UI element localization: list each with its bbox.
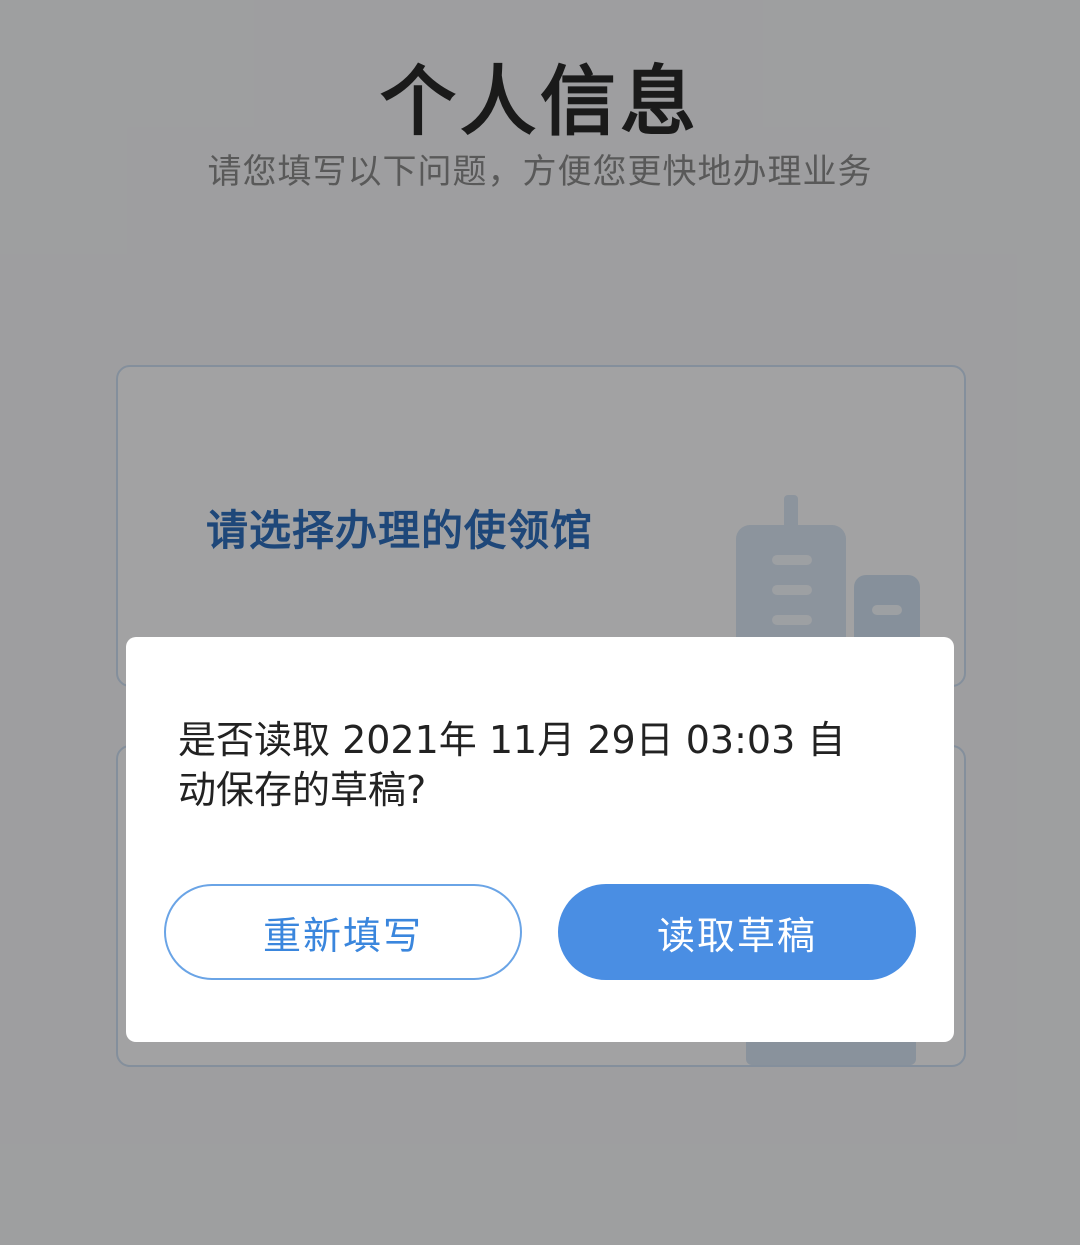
draft-restore-dialog: 是否读取 2021年 11月 29日 03:03 自动保存的草稿? 重新填写 读… bbox=[126, 637, 954, 1042]
read-draft-button[interactable]: 读取草稿 bbox=[558, 884, 916, 980]
modal-overlay bbox=[0, 0, 1080, 1245]
refill-button[interactable]: 重新填写 bbox=[164, 884, 522, 980]
dialog-message: 是否读取 2021年 11月 29日 03:03 自动保存的草稿? bbox=[178, 718, 846, 812]
